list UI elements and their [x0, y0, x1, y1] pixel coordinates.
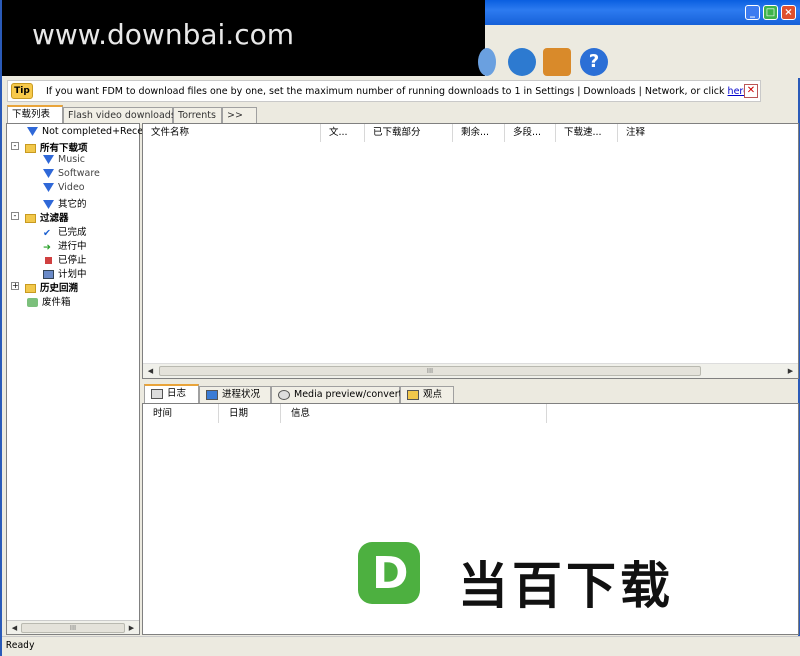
tree-item-stopped[interactable]: 已停止: [43, 252, 87, 266]
expand-icon[interactable]: +: [11, 282, 19, 290]
tab-more[interactable]: >>: [222, 107, 257, 124]
tab-flash-video[interactable]: Flash video downloads: [63, 107, 176, 124]
col-comment[interactable]: 注释: [618, 124, 798, 142]
col-remaining[interactable]: 剩余...: [453, 124, 505, 142]
checkmark-icon: ✔: [43, 228, 51, 239]
settings-gear-icon[interactable]: [478, 48, 496, 76]
status-text: Ready: [6, 640, 35, 651]
tab-downloads[interactable]: 下载列表: [7, 105, 63, 124]
folder-icon: [25, 144, 36, 153]
app-window: _ □ × ? www.downbai.com Tip If you want …: [0, 0, 800, 656]
category-tree: Not completed+Recent - 所有下载项 Music Softw…: [6, 123, 153, 635]
stop-icon: [45, 257, 52, 264]
tip-bar: Tip If you want FDM to download files on…: [7, 80, 761, 102]
col-file-size[interactable]: 文...: [321, 124, 365, 142]
collapse-icon[interactable]: -: [11, 142, 19, 150]
tab-progress[interactable]: 进程状况: [199, 386, 271, 403]
progress-icon: [206, 390, 218, 400]
folder-icon: [25, 284, 36, 293]
download-arrow-icon: [27, 127, 38, 136]
tree-item-in-progress[interactable]: ➜ 进行中: [43, 238, 87, 253]
tree-item-music[interactable]: Music: [43, 154, 85, 165]
collapse-icon[interactable]: -: [11, 212, 19, 220]
tab-opinions[interactable]: 观点: [400, 386, 454, 403]
list-header: 文件名称 文... 已下载部分 剩余... 多段... 下载速... 注释: [143, 124, 798, 142]
scroll-thumb[interactable]: III: [159, 366, 701, 376]
tree-item-other[interactable]: 其它的: [43, 196, 87, 210]
calendar-icon: [43, 270, 54, 279]
download-arrow-icon: [43, 183, 54, 192]
folder-icon: [25, 214, 36, 223]
col-date[interactable]: 日期: [219, 404, 281, 423]
tree-item-completed[interactable]: ✔ 已完成: [43, 224, 87, 239]
books-icon[interactable]: [543, 48, 571, 76]
tip-badge: Tip: [11, 83, 33, 99]
list-horizontal-scrollbar[interactable]: ◀ III ▶: [143, 363, 798, 378]
tree-item-all-downloads[interactable]: 所有下载项: [25, 140, 88, 154]
download-arrow-icon: [43, 200, 54, 209]
status-bar: Ready: [2, 636, 800, 656]
site-logo: D 当百下载: [358, 542, 758, 615]
col-speed[interactable]: 下载速...: [556, 124, 618, 142]
web-globe-icon[interactable]: [508, 48, 536, 76]
tab-media-preview[interactable]: Media preview/convert: [271, 386, 402, 403]
tip-text: If you want FDM to download files one by…: [46, 86, 752, 97]
scroll-left-icon[interactable]: ◀: [9, 623, 20, 634]
tab-torrents[interactable]: Torrents: [173, 107, 222, 124]
log-icon: [151, 389, 163, 399]
tree-item-filters[interactable]: 过滤器: [25, 210, 69, 224]
tree-horizontal-scrollbar[interactable]: ◀ III ▶: [7, 620, 139, 634]
tip-close-icon[interactable]: ✕: [744, 84, 758, 98]
help-icon[interactable]: ?: [580, 48, 608, 76]
col-time[interactable]: 时间: [143, 404, 219, 423]
scroll-thumb[interactable]: III: [21, 623, 125, 633]
download-arrow-icon: [43, 155, 54, 164]
scroll-left-icon[interactable]: ◀: [145, 366, 156, 377]
tree-item-video[interactable]: Video: [43, 182, 85, 193]
col-sections[interactable]: 多段...: [505, 124, 556, 142]
download-arrow-icon: [43, 169, 54, 178]
col-downloaded[interactable]: 已下载部分: [365, 124, 453, 142]
scroll-right-icon[interactable]: ▶: [126, 623, 137, 634]
scroll-right-icon[interactable]: ▶: [785, 366, 796, 377]
watermark: www.downbai.com: [2, 0, 485, 76]
col-file-name[interactable]: 文件名称: [143, 124, 321, 142]
close-window-button[interactable]: ×: [781, 5, 796, 20]
tab-log[interactable]: 日志: [144, 384, 199, 403]
tree-item-history[interactable]: 历史回溯: [25, 280, 78, 294]
tree-item-trash[interactable]: 废件箱: [27, 294, 71, 308]
download-list: 文件名称 文... 已下载部分 剩余... 多段... 下载速... 注释 ◀ …: [142, 123, 799, 379]
col-info[interactable]: 信息: [281, 404, 547, 423]
tree-item-not-completed[interactable]: Not completed+Recent: [27, 126, 153, 137]
logo-text: 当百下载: [458, 557, 674, 615]
recycle-bin-icon: [27, 298, 38, 307]
tree-item-scheduled[interactable]: 计划中: [43, 266, 87, 280]
minimize-button[interactable]: _: [745, 5, 760, 20]
maximize-button[interactable]: □: [763, 5, 778, 20]
arrow-right-icon: ➜: [43, 242, 51, 253]
media-icon: [278, 390, 290, 400]
tree-item-software[interactable]: Software: [43, 168, 100, 179]
logo-mark: D: [358, 542, 420, 604]
opinion-icon: [407, 390, 419, 400]
